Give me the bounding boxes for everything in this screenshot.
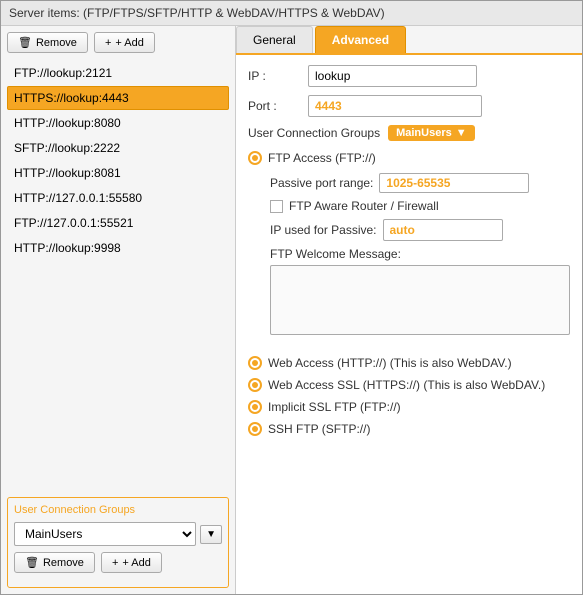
ucg-row: User Connection Groups MainUsers ▼ — [248, 125, 570, 141]
tab-bar: General Advanced — [236, 26, 582, 55]
ftp-options: Passive port range: FTP Aware Router / F… — [248, 173, 570, 338]
ip-input[interactable] — [308, 65, 477, 87]
server-item[interactable]: FTP://lookup:2121 — [7, 61, 229, 85]
add-icon-2: + — [112, 557, 118, 569]
welcome-label: FTP Welcome Message: — [270, 247, 570, 261]
server-item[interactable]: FTP://127.0.0.1:55521 — [7, 211, 229, 235]
add-label: + Add — [115, 37, 143, 49]
user-groups-title: User Connection Groups — [14, 504, 222, 516]
port-input[interactable] — [308, 95, 482, 117]
ip-label: IP : — [248, 69, 308, 83]
ucg-badge-text: MainUsers — [396, 127, 452, 139]
user-group-buttons: 🗑 Remove + + Add — [14, 552, 222, 573]
add-group-label: + Add — [122, 557, 150, 569]
passive-port-row: Passive port range: — [270, 173, 570, 193]
passive-port-input[interactable] — [379, 173, 529, 193]
add-server-button[interactable]: + + Add — [94, 32, 155, 53]
ssh-ftp-row: SSH FTP (SFTP://) — [248, 422, 570, 436]
user-group-select[interactable]: MainUsers — [14, 522, 196, 546]
trash-icon-2: 🗑 — [25, 556, 39, 569]
server-item[interactable]: HTTP://lookup:8081 — [7, 161, 229, 185]
ucg-label: User Connection Groups — [248, 126, 380, 140]
implicit-ssl-radio[interactable] — [248, 400, 262, 414]
trash-icon: 🗑 — [18, 36, 32, 49]
ftp-aware-checkbox[interactable] — [270, 200, 283, 213]
right-panel: General Advanced IP : Port : User Connec… — [236, 26, 582, 594]
ip-row: IP : — [248, 65, 570, 87]
server-item[interactable]: HTTP://lookup:8080 — [7, 111, 229, 135]
ssh-ftp-radio[interactable] — [248, 422, 262, 436]
add-icon: + — [105, 37, 111, 49]
remove-server-button[interactable]: 🗑 Remove — [7, 32, 88, 53]
server-item[interactable]: HTTP://127.0.0.1:55580 — [7, 186, 229, 210]
remove-group-button[interactable]: 🗑 Remove — [14, 552, 95, 573]
content-area: 🗑 Remove + + Add FTP://lookup:2121 HTTPS… — [1, 26, 582, 594]
ip-passive-label: IP used for Passive: — [270, 223, 377, 237]
title-bar: Server items: (FTP/FTPS/SFTP/HTTP & WebD… — [1, 1, 582, 26]
server-list: FTP://lookup:2121 HTTPS://lookup:4443 HT… — [7, 61, 229, 489]
left-panel: 🗑 Remove + + Add FTP://lookup:2121 HTTPS… — [1, 26, 236, 594]
server-item[interactable]: SFTP://lookup:2222 — [7, 136, 229, 160]
implicit-ssl-row: Implicit SSL FTP (FTP://) — [248, 400, 570, 414]
remove-group-label: Remove — [43, 557, 84, 569]
tab-content-general: IP : Port : User Connection Groups MainU… — [236, 55, 582, 594]
window-title: Server items: (FTP/FTPS/SFTP/HTTP & WebD… — [9, 6, 385, 20]
ssh-ftp-label: SSH FTP (SFTP://) — [268, 422, 370, 436]
ip-passive-row: IP used for Passive: — [270, 219, 570, 241]
ip-passive-input[interactable] — [383, 219, 503, 241]
main-window: Server items: (FTP/FTPS/SFTP/HTTP & WebD… — [0, 0, 583, 595]
web-access-ssl-label: Web Access SSL (HTTPS://) (This is also … — [268, 378, 545, 392]
port-row: Port : — [248, 95, 570, 117]
user-groups-section: User Connection Groups MainUsers ▼ 🗑 Rem… — [7, 497, 229, 588]
tab-advanced[interactable]: Advanced — [315, 26, 406, 53]
add-group-button[interactable]: + + Add — [101, 552, 162, 573]
ucg-badge[interactable]: MainUsers ▼ — [388, 125, 475, 141]
remove-label: Remove — [36, 37, 77, 49]
ftp-access-radio[interactable] — [248, 151, 262, 165]
web-access-ssl-radio[interactable] — [248, 378, 262, 392]
tab-general[interactable]: General — [236, 26, 313, 53]
ftp-aware-row: FTP Aware Router / Firewall — [270, 199, 570, 213]
port-label: Port : — [248, 99, 308, 113]
server-item[interactable]: HTTPS://lookup:4443 — [7, 86, 229, 110]
ftp-access-label: FTP Access (FTP://) — [268, 151, 376, 165]
web-access-radio[interactable] — [248, 356, 262, 370]
top-buttons: 🗑 Remove + + Add — [7, 32, 229, 53]
user-group-arrow-button[interactable]: ▼ — [200, 525, 222, 544]
user-group-select-row: MainUsers ▼ — [14, 522, 222, 546]
web-access-label: Web Access (HTTP://) (This is also WebDA… — [268, 356, 512, 370]
ftp-access-row: FTP Access (FTP://) — [248, 151, 570, 165]
web-access-row: Web Access (HTTP://) (This is also WebDA… — [248, 356, 570, 370]
passive-port-label: Passive port range: — [270, 176, 373, 190]
web-access-ssl-row: Web Access SSL (HTTPS://) (This is also … — [248, 378, 570, 392]
ftp-aware-label: FTP Aware Router / Firewall — [289, 199, 439, 213]
welcome-textarea[interactable] — [270, 265, 570, 335]
implicit-ssl-label: Implicit SSL FTP (FTP://) — [268, 400, 401, 414]
ucg-arrow-icon: ▼ — [456, 127, 467, 139]
server-item[interactable]: HTTP://lookup:9998 — [7, 236, 229, 260]
